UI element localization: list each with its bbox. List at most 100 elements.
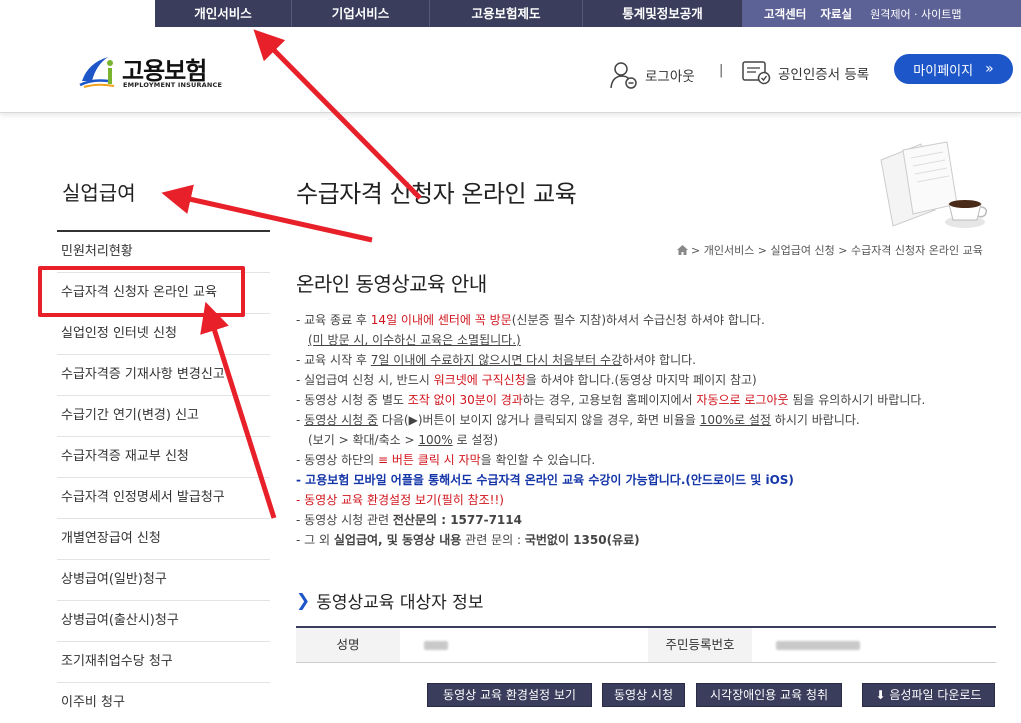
sidebar-item-reissue[interactable]: 수급자격증 재교부 신청: [57, 437, 270, 478]
section-title: 온라인 동영상교육 안내: [296, 272, 487, 296]
util-menu: 고객센터 자료실 원격제어 · 사이트맵: [742, 0, 1021, 27]
notice-env-settings-link[interactable]: - 동영상 교육 환경설정 보기(필히 참조!!): [296, 490, 1006, 510]
sidebar-title: 실업급여: [62, 181, 136, 205]
watch-video-button[interactable]: 동영상 시청: [602, 683, 685, 707]
header-separator: |: [719, 63, 724, 78]
notice-line: - 그 외 실업급여, 및 동영상 내용 관련 문의 : 국번없이 1350(유…: [296, 530, 1006, 550]
sidebar-item-early-reemployment[interactable]: 조기재취업수당 청구: [57, 642, 270, 683]
notice-emphasis: 동영상 시청 중: [304, 413, 379, 427]
nav-personal-services[interactable]: 개인서비스: [155, 0, 292, 27]
notice-line: - 동영상 하단의 ≡ 버튼 클릭 시 자막을 확인할 수 있습니다.: [296, 450, 1006, 470]
documents-coffee-illustration-icon: [880, 141, 988, 228]
sidebar-item-extended-benefit[interactable]: 개별연장급여 신청: [57, 519, 270, 560]
info-section-label: 동영상교육 대상자 정보: [316, 593, 484, 613]
notice-emphasis: 조작 없이 30분이 경과: [407, 393, 523, 407]
sidebar-item-sickness-general[interactable]: 상병급여(일반)청구: [57, 560, 270, 601]
mypage-button[interactable]: 마이페이지 »: [894, 54, 1013, 84]
notice-list: - 교육 종료 후 14일 이내에 센터에 꼭 방문(신분증 필수 지참)하셔서…: [296, 310, 1006, 550]
user-logout-icon: [610, 62, 637, 89]
notice-text: 하셔야 합니다.: [622, 353, 696, 367]
notice-line: - 실업급여 신청 시, 반드시 워크넷에 구직신청을 하셔야 합니다.(동영상…: [296, 370, 1006, 390]
notice-text: - 교육 시작 후: [296, 353, 371, 367]
notice-line: - 교육 시작 후 7일 이내에 수료하지 않으시면 다시 처음부터 수강하셔야…: [296, 350, 1006, 370]
notice-text: (보기 > 확대/축소 >: [308, 433, 419, 447]
breadcrumb: > 개인서비스 > 실업급여 신청 > 수급자격 신청자 온라인 교육: [677, 242, 983, 258]
notice-text: 됨을 유의하시기 바랍니다.: [788, 393, 926, 407]
mypage-label: 마이페이지: [913, 63, 974, 79]
notice-emphasis: 워크넷에 구직신청: [433, 373, 526, 387]
sidebar-item-period-extension[interactable]: 수급기간 연기(변경) 신고: [57, 396, 270, 437]
notice-emphasis: 100%로 설정: [699, 413, 771, 427]
resident-number-value-redacted: [752, 628, 996, 662]
notice-emphasis: 100%: [418, 433, 453, 447]
cert-register-link[interactable]: 공인인증서 등록: [742, 60, 869, 86]
notice-text: - 교육 종료 후: [296, 313, 371, 327]
notice-emphasis: 14일 이내에 센터에 꼭 방문: [370, 313, 512, 327]
site-logo[interactable]: 고용보험 EMPLOYMENT INSURANCE: [78, 49, 228, 93]
notice-emphasis: 자동으로 로그아웃: [696, 393, 789, 407]
notice-emphasis: 실업급여, 및 동영상 내용: [333, 533, 462, 547]
notice-text: - 동영상 하단의: [296, 453, 379, 467]
cert-register-label: 공인인증서 등록: [778, 67, 870, 83]
download-audio-label: 음성파일 다운로드: [889, 688, 982, 702]
breadcrumb-path: > 개인서비스 > 실업급여 신청 > 수급자격 신청자 온라인 교육: [691, 244, 983, 257]
notice-line: (미 방문 시, 이수하신 교육은 소멸됩니다.): [296, 330, 1006, 350]
nav-insurance-system[interactable]: 고용보험제도: [430, 0, 583, 27]
notice-line: - 동영상 시청 중 별도 조작 없이 30분이 경과하는 경우, 고용보험 홈…: [296, 390, 1006, 410]
page-title: 수급자격 신청자 온라인 교육: [296, 180, 577, 208]
sidebar-item-relocation[interactable]: 이주비 청구: [57, 683, 270, 723]
double-chevron-right-icon: »: [985, 61, 994, 77]
sidebar-menu: 민원처리현황 수급자격 신청자 온라인 교육 실업인정 인터넷 신청 수급자격증…: [57, 232, 270, 723]
sidebar-item-online-education[interactable]: 수급자격 신청자 온라인 교육: [57, 273, 270, 314]
notice-text: 하는 경우, 고용보험 홈페이지에서: [522, 393, 697, 407]
nav-business-services[interactable]: 기업서비스: [292, 0, 430, 27]
logout-link[interactable]: 로그아웃: [609, 60, 695, 90]
notice-text: 로 설정): [452, 433, 499, 447]
name-label: 성명: [296, 628, 400, 662]
notice-emphasis: 국번없이 1350(유료): [524, 533, 640, 547]
visually-impaired-audio-button[interactable]: 시각장애인용 교육 청취: [696, 683, 842, 707]
certificate-icon: [742, 61, 771, 85]
sidebar-item-unemployment-recognition[interactable]: 실업인정 인터넷 신청: [57, 314, 270, 355]
logo-mark-icon: [79, 57, 115, 88]
notice-text: 을 하셔야 합니다.(동영상 마지막 페이지 참고): [525, 373, 757, 387]
logout-label: 로그아웃: [645, 69, 695, 85]
top-nav: 개인서비스 기업서비스 고용보험제도 통계및정보공개 고객센터 자료실 원격제어…: [0, 0, 1021, 27]
download-audio-button[interactable]: ⬇ 음성파일 다운로드: [862, 683, 995, 707]
notice-text: - 그 외: [296, 533, 334, 547]
main-menu: 개인서비스 기업서비스 고용보험제도 통계및정보공개: [155, 0, 742, 27]
nav-statistics[interactable]: 통계및정보공개: [583, 0, 742, 27]
notice-text: 관련 문의 :: [461, 533, 525, 547]
notice-text: - 실업급여 신청 시, 반드시: [296, 373, 434, 387]
notice-text: 을 확인할 수 있습니다.: [480, 453, 596, 467]
sidebar-item-change-report[interactable]: 수급자격증 기재사항 변경신고: [57, 355, 270, 396]
notice-text: -: [296, 413, 305, 427]
nav-data-room[interactable]: 자료실: [820, 6, 852, 22]
notice-mobile-app: - 고용보험 모바일 어플을 통해서도 수급자격 온라인 교육 수강이 가능합니…: [296, 473, 794, 487]
notice-text: - 동영상 시청 중 별도: [296, 393, 408, 407]
sidebar-item-sickness-childbirth[interactable]: 상병급여(출산시)청구: [57, 601, 270, 642]
notice-line: - 교육 종료 후 14일 이내에 센터에 꼭 방문(신분증 필수 지참)하셔서…: [296, 310, 1006, 330]
name-value-redacted: [400, 628, 648, 662]
trainee-info-table: 성명 주민등록번호: [296, 626, 996, 663]
notice-text: (미 방문 시, 이수하신 교육은 소멸됩니다.): [308, 333, 521, 347]
logo-subtitle: EMPLOYMENT INSURANCE: [123, 81, 223, 89]
sidebar-item-statement[interactable]: 수급자격 인정명세서 발급청구: [57, 478, 270, 519]
sidebar-item-status[interactable]: 민원처리현황: [57, 232, 270, 273]
nav-customer-center[interactable]: 고객센터: [764, 6, 806, 22]
site-header: 고용보험 EMPLOYMENT INSURANCE 로그아웃 | 공인인증서 등…: [0, 27, 1021, 113]
notice-emphasis: 전산문의 : 1577-7114: [392, 513, 522, 527]
resident-number-label: 주민등록번호: [648, 628, 752, 662]
notice-text: 다음(▶)버튼이 보이지 않거나 클릭되지 않을 경우, 화면 비율을: [378, 413, 700, 427]
env-settings-button[interactable]: 동영상 교육 환경설정 보기: [427, 683, 592, 707]
chevron-right-icon: ❯: [296, 590, 311, 611]
notice-emphasis: ≡ 버튼 클릭 시 자막: [378, 453, 481, 467]
home-icon[interactable]: [677, 245, 688, 255]
notice-line: - 동영상 시청 관련 전산문의 : 1577-7114: [296, 510, 1006, 530]
notice-text: - 동영상 시청 관련: [296, 513, 393, 527]
download-icon: ⬇: [875, 688, 886, 702]
notice-text: (신분증 필수 지참)하셔서 수급신청 하셔야 합니다.: [511, 313, 765, 327]
notice-line: - 동영상 시청 중 다음(▶)버튼이 보이지 않거나 클릭되지 않을 경우, …: [296, 410, 1006, 430]
nav-remote-sitemap[interactable]: 원격제어 · 사이트맵: [870, 6, 961, 22]
notice-text: 하시기 바랍니다.: [770, 413, 860, 427]
